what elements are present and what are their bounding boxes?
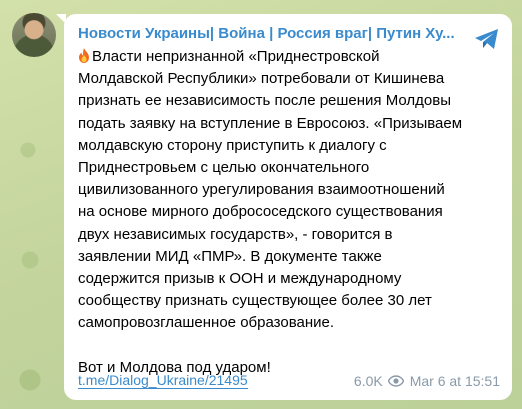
eye-icon bbox=[387, 375, 404, 387]
share-telegram-icon bbox=[475, 29, 498, 49]
view-count: 6.0K bbox=[353, 373, 383, 389]
message-meta: 6.0K Mar 6 at 15:51 bbox=[354, 373, 500, 389]
message-body: Власти непризнанной «Приднестровской Мол… bbox=[78, 46, 498, 379]
message-footer: t.me/Dialog_Ukraine/21495 6.0K Mar 6 at … bbox=[78, 371, 500, 391]
share-button[interactable] bbox=[472, 26, 502, 52]
message-bubble: Новости Украины| Война | Россия враг| Пу… bbox=[64, 14, 512, 400]
post-link[interactable]: t.me/Dialog_Ukraine/21495 bbox=[78, 373, 248, 389]
channel-name[interactable]: Новости Украины| Война | Россия враг| Пу… bbox=[78, 25, 463, 43]
message-timestamp: Mar 6 at 15:51 bbox=[409, 373, 500, 389]
channel-avatar[interactable] bbox=[12, 13, 56, 57]
fire-emoji-icon bbox=[79, 48, 89, 63]
message-paragraph-1: Власти непризнанной «Приднестровской Мол… bbox=[78, 48, 463, 332]
